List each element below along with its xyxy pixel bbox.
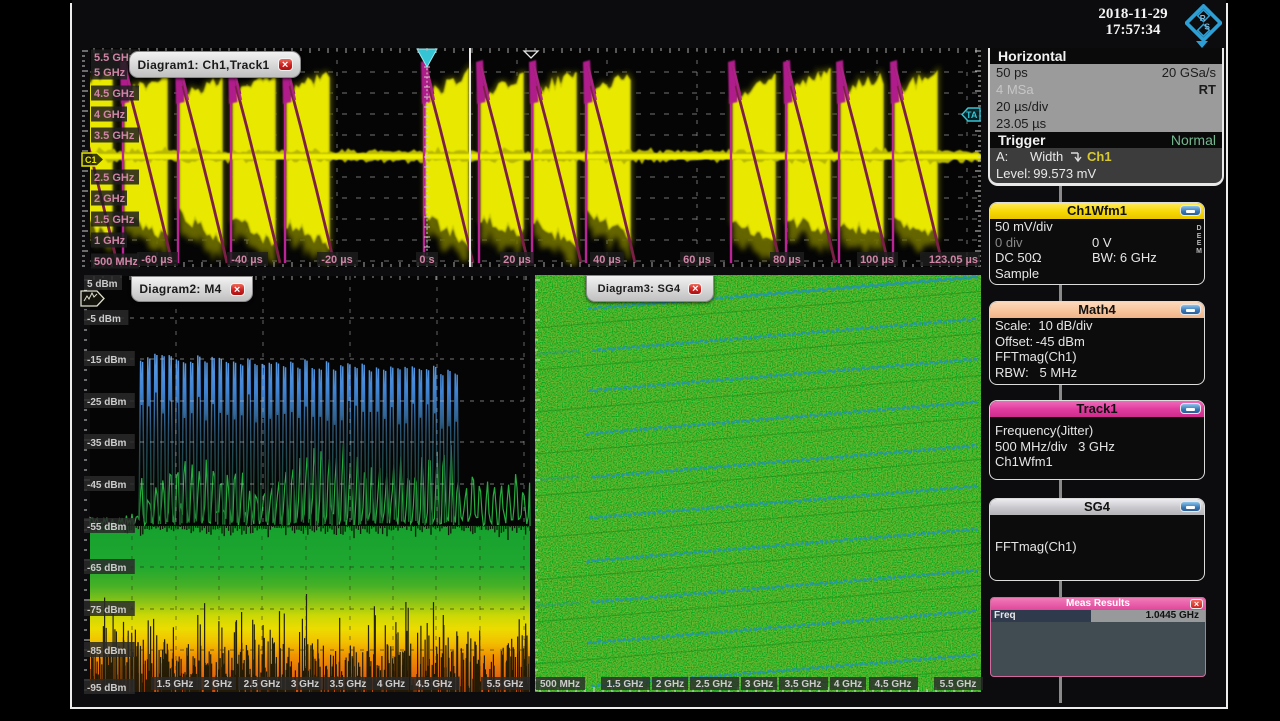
svg-text:500 MHz: 500 MHz (94, 256, 139, 268)
svg-text:80 µs: 80 µs (773, 254, 801, 266)
svg-text:-40 µs: -40 µs (231, 254, 262, 266)
svg-text:500 MHz: 500 MHz (540, 679, 580, 690)
svg-text:3.5 GHz: 3.5 GHz (785, 679, 822, 690)
svg-text:-20 µs: -20 µs (321, 254, 352, 266)
svg-text:2.5 GHz: 2.5 GHz (696, 679, 733, 690)
svg-text:TA: TA (966, 110, 978, 120)
svg-text:-15 dBm: -15 dBm (87, 355, 127, 366)
svg-text:-75 dBm: -75 dBm (87, 605, 127, 616)
svg-text:4.5 GHz: 4.5 GHz (416, 679, 453, 690)
svg-text:4 GHz: 4 GHz (94, 109, 126, 121)
svg-text:-65 dBm: -65 dBm (87, 563, 127, 574)
svg-text:5 GHz: 5 GHz (94, 67, 126, 79)
svg-text:1.5 GHz: 1.5 GHz (94, 214, 135, 226)
svg-text:2 GHz: 2 GHz (94, 193, 126, 205)
svg-text:5.5 GHz: 5.5 GHz (487, 679, 524, 690)
svg-text:2.5 GHz: 2.5 GHz (244, 679, 281, 690)
svg-text:100 µs: 100 µs (860, 254, 894, 266)
svg-text:2 GHz: 2 GHz (204, 679, 232, 690)
svg-text:1.5 GHz: 1.5 GHz (607, 679, 644, 690)
svg-text:5 dBm: 5 dBm (87, 279, 118, 290)
svg-text:-25 dBm: -25 dBm (87, 397, 127, 408)
svg-text:2.5 GHz: 2.5 GHz (94, 172, 135, 184)
svg-text:-95 dBm: -95 dBm (87, 683, 127, 694)
svg-text:3 GHz: 3 GHz (291, 679, 319, 690)
svg-text:3 GHz: 3 GHz (745, 679, 773, 690)
svg-text:-5 dBm: -5 dBm (87, 314, 121, 325)
svg-text:60 µs: 60 µs (683, 254, 711, 266)
svg-text:4.5 GHz: 4.5 GHz (875, 679, 912, 690)
svg-text:5.5 GHz: 5.5 GHz (940, 679, 977, 690)
svg-text:-55 dBm: -55 dBm (87, 522, 127, 533)
svg-text:0 s: 0 s (419, 254, 434, 266)
svg-text:40 µs: 40 µs (593, 254, 621, 266)
svg-text:4 GHz: 4 GHz (834, 679, 862, 690)
svg-text:1.5 GHz: 1.5 GHz (157, 679, 194, 690)
svg-text:20 µs: 20 µs (503, 254, 531, 266)
svg-text:123.05 µs: 123.05 µs (929, 254, 978, 266)
svg-text:3.5 GHz: 3.5 GHz (94, 130, 135, 142)
svg-text:-45 dBm: -45 dBm (87, 480, 127, 491)
svg-text:2 GHz: 2 GHz (656, 679, 684, 690)
svg-text:3.5 GHz: 3.5 GHz (330, 679, 367, 690)
svg-text:1 GHz: 1 GHz (94, 235, 126, 247)
svg-text:C1: C1 (85, 155, 97, 165)
svg-text:4 GHz: 4 GHz (377, 679, 405, 690)
svg-text:-85 dBm: -85 dBm (87, 646, 127, 657)
svg-text:-35 dBm: -35 dBm (87, 438, 127, 449)
svg-text:S: S (1204, 21, 1210, 31)
svg-text:-60 µs: -60 µs (141, 254, 172, 266)
svg-text:4.5 GHz: 4.5 GHz (94, 88, 135, 100)
